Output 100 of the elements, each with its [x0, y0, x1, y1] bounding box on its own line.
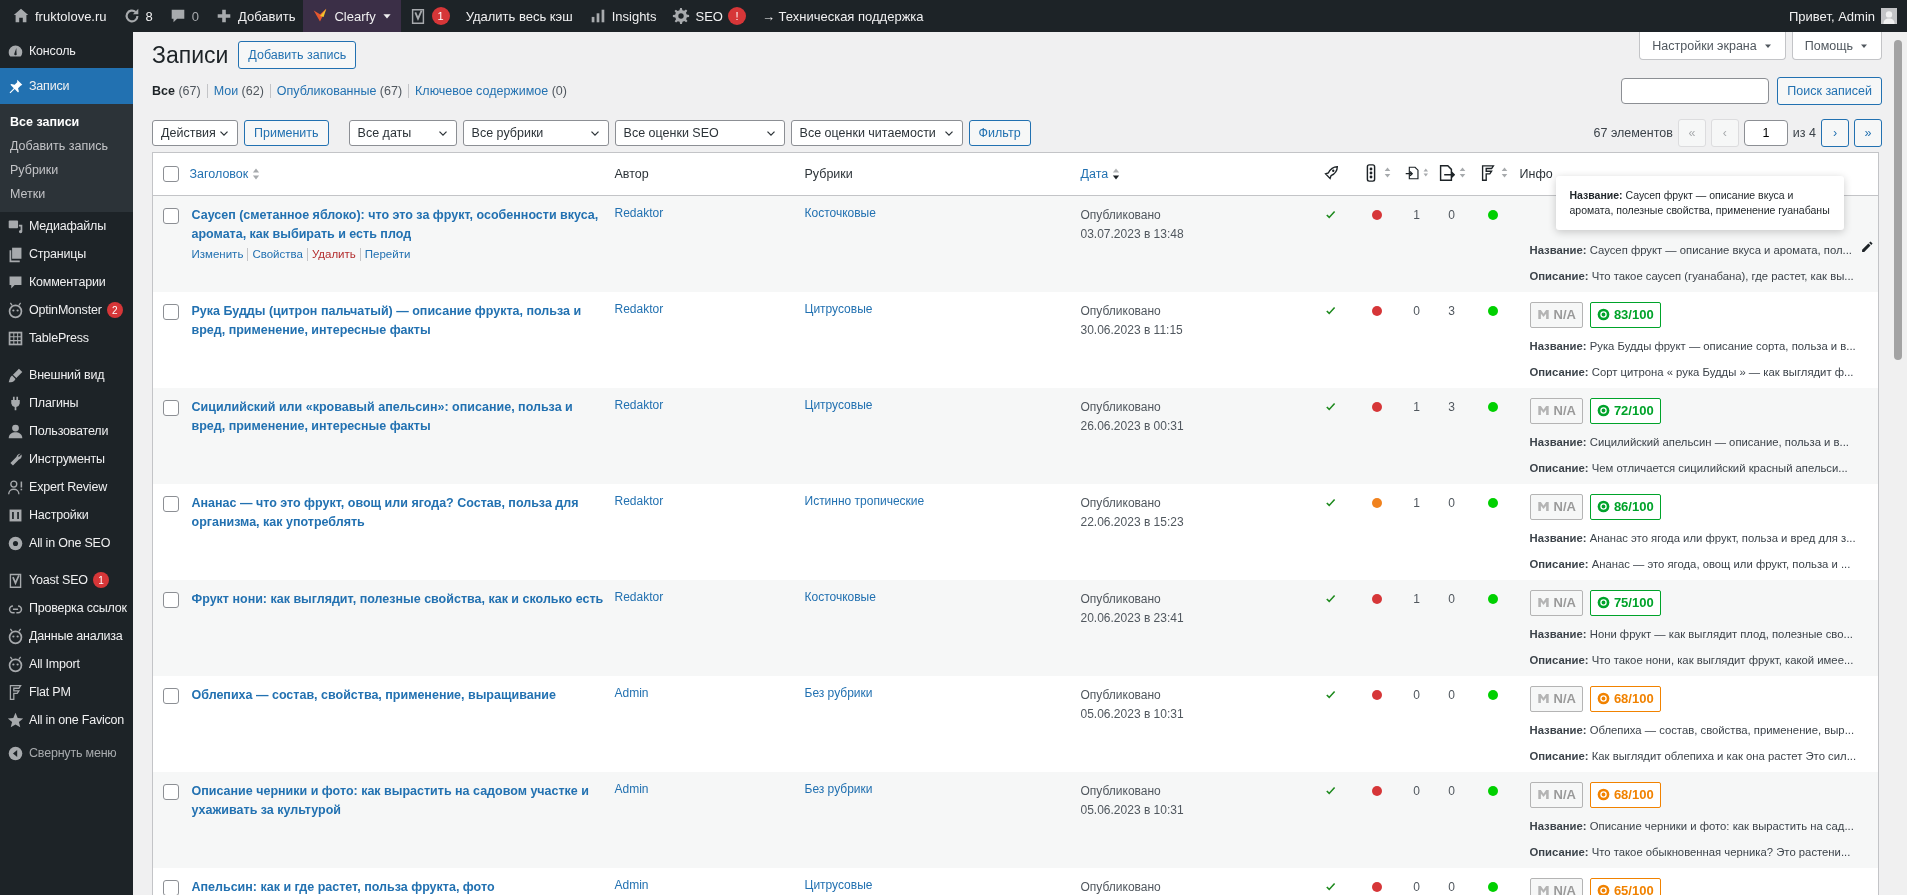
sort-arrows-icon[interactable] — [252, 167, 261, 181]
sidebar-item[interactable]: Медиафайлы — [0, 212, 133, 240]
row-action-link[interactable]: Изменить — [191, 248, 248, 261]
toolbar-item[interactable]: Добавить — [207, 0, 304, 32]
sort-descending-icon[interactable] — [1112, 167, 1121, 181]
sidebar-item[interactable]: Проверка ссылок — [0, 594, 133, 622]
row-checkbox[interactable] — [163, 495, 180, 512]
add-post-button[interactable]: Добавить запись — [238, 41, 357, 69]
sidebar-item[interactable]: Консоль — [0, 34, 133, 68]
row-checkbox[interactable] — [163, 687, 180, 704]
submenu-item[interactable]: Рубрики — [0, 158, 133, 182]
sidebar-item[interactable]: Записи — [0, 68, 133, 104]
sort-arrows-icon[interactable] — [1459, 166, 1466, 179]
row-checkbox[interactable] — [163, 303, 180, 320]
toolbar-item[interactable]: Удалить весь кэш — [457, 0, 581, 32]
score-badge[interactable]: 83/100 — [1589, 301, 1661, 328]
collapse-menu-button[interactable]: Свернуть меню — [0, 739, 133, 767]
sidebar-item[interactable]: Yoast SEO 1 — [0, 566, 133, 594]
post-title-link[interactable]: Апельсин: как и где растет, польза фрукта, фото — [189, 877, 607, 895]
sidebar-item[interactable]: Настройки — [0, 501, 133, 529]
category-link[interactable]: Косточковые — [804, 589, 876, 604]
filter-select[interactable]: Все оценки читаемости — [790, 120, 963, 146]
category-link[interactable]: Косточковые — [804, 206, 876, 220]
screen-tab-button[interactable]: Настройки экрана — [1639, 32, 1786, 60]
category-link[interactable]: Цитрусовые — [804, 301, 873, 316]
post-title-link[interactable]: Облепиха — состав, свойства, применение, выращивание — [189, 685, 607, 705]
screen-tab-button[interactable]: Помощь — [1791, 32, 1882, 60]
row-checkbox[interactable] — [163, 591, 180, 608]
toolbar-item[interactable]: 8 — [114, 0, 161, 32]
toolbar-item[interactable]: 1 — [400, 0, 458, 32]
toolbar-item[interactable]: 0 — [160, 0, 207, 32]
sort-arrows-icon[interactable] — [1384, 166, 1391, 179]
filter-select[interactable]: Все даты — [348, 120, 457, 146]
sidebar-item[interactable]: Данные анализа — [0, 622, 133, 650]
sidebar-item[interactable]: TablePress — [0, 324, 133, 352]
sidebar-item[interactable]: Внешний вид — [0, 361, 133, 389]
category-link[interactable]: Цитрусовые — [804, 877, 873, 892]
row-checkbox[interactable] — [163, 879, 180, 895]
row-checkbox[interactable] — [163, 208, 180, 224]
column-header[interactable]: Заголовок — [189, 167, 249, 181]
sidebar-item[interactable]: All in One SEO — [0, 529, 133, 557]
sidebar-item[interactable]: Flat PM — [0, 678, 133, 706]
category-link[interactable]: Истинно тропические — [804, 493, 925, 508]
sidebar-item[interactable]: OptinMonster 2 — [0, 296, 133, 324]
sidebar-item[interactable]: Комментарии — [0, 268, 133, 296]
row-action-link[interactable]: Свойства — [247, 248, 307, 261]
filter-link[interactable]: Все (67) — [152, 84, 207, 98]
author-link[interactable]: Redaktor — [614, 301, 664, 316]
author-link[interactable]: Redaktor — [614, 493, 664, 508]
search-field[interactable] — [1621, 78, 1770, 104]
last-page-button[interactable]: » — [1854, 119, 1882, 147]
submenu-item[interactable]: Все записи — [0, 110, 133, 134]
sort-arrows-icon[interactable] — [1500, 166, 1508, 179]
author-link[interactable]: Redaktor — [614, 589, 664, 604]
author-link[interactable]: Admin — [614, 781, 649, 796]
score-badge[interactable]: 72/100 — [1589, 397, 1661, 424]
account-menu[interactable]: Привет, Admin — [1783, 8, 1903, 24]
toolbar-item[interactable]: Insights — [580, 0, 665, 32]
apply-button[interactable]: Применить — [244, 120, 329, 146]
filter-link[interactable]: Мои (62) — [206, 84, 270, 98]
author-link[interactable]: Redaktor — [614, 206, 664, 220]
submenu-item[interactable]: Добавить запись — [0, 134, 133, 158]
filter-button[interactable]: Фильтр — [968, 120, 1031, 146]
sidebar-item[interactable]: Плагины — [0, 389, 133, 417]
filter-link[interactable]: Ключевое содержимое (0) — [408, 84, 573, 98]
category-link[interactable]: Без рубрики — [804, 685, 873, 700]
toolbar-item[interactable]: Clearfy — [303, 0, 401, 32]
sidebar-item[interactable]: Пользователи — [0, 417, 133, 445]
search-button[interactable]: Поиск записей — [1777, 77, 1882, 105]
sidebar-item[interactable]: All Import — [0, 650, 133, 678]
bulk-actions-select[interactable]: Действия — [152, 120, 238, 146]
post-title-link[interactable]: Ананас — что это фрукт, овощ или ягода? Состав, польза для организма, как употреблять — [189, 493, 607, 532]
toolbar-item[interactable]: fruktolove.ru — [4, 0, 115, 32]
column-header[interactable]: Дата — [1080, 167, 1109, 181]
author-link[interactable]: Admin — [614, 877, 649, 892]
author-link[interactable]: Redaktor — [614, 397, 664, 412]
sort-arrows-icon[interactable] — [1422, 166, 1429, 179]
score-badge[interactable]: 75/100 — [1589, 589, 1661, 616]
filter-select[interactable]: Все рубрики — [462, 120, 609, 146]
post-title-link[interactable]: Саусеп (сметанное яблоко): что это за фрукт, особенности вкуса, аромата, как выбирать и есть плод — [189, 206, 607, 244]
next-page-button[interactable]: › — [1821, 119, 1849, 147]
row-checkbox[interactable] — [163, 783, 180, 800]
sidebar-item[interactable]: All in one Favicon — [0, 706, 133, 734]
category-link[interactable]: Без рубрики — [804, 781, 873, 796]
sidebar-item[interactable]: Инструменты — [0, 445, 133, 473]
row-action-link[interactable]: Перейти — [359, 248, 415, 261]
score-badge[interactable]: 86/100 — [1589, 493, 1661, 520]
category-link[interactable]: Цитрусовые — [804, 397, 873, 412]
row-action-link[interactable]: Удалить — [306, 248, 360, 261]
select-all-checkbox[interactable] — [163, 166, 180, 182]
filter-link[interactable]: Опубликованные (67) — [269, 84, 409, 98]
toolbar-item[interactable]: SEO ! — [664, 0, 754, 32]
sidebar-item[interactable]: Expert Review — [0, 473, 133, 501]
sidebar-item[interactable]: Страницы — [0, 240, 133, 268]
toolbar-item[interactable]: → Техническая поддержка — [753, 0, 932, 32]
submenu-item[interactable]: Метки — [0, 182, 133, 206]
pencil-icon[interactable] — [1860, 240, 1874, 254]
author-link[interactable]: Admin — [614, 685, 649, 700]
filter-select[interactable]: Все оценки SEO — [614, 120, 785, 146]
page-number-field[interactable]: 1 — [1743, 120, 1788, 146]
